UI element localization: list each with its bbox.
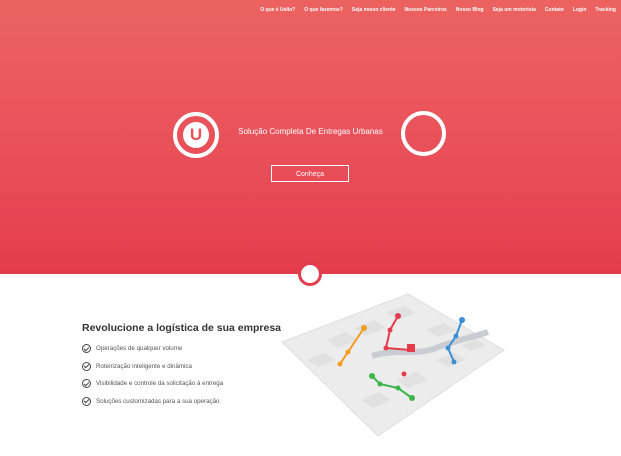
features-title: Revolucione a logística de sua empresa: [82, 322, 281, 334]
features-list: Operações de qualquer volume Roteirizaçã…: [82, 344, 223, 414]
route-stop: [337, 361, 343, 367]
check-circle-icon: [82, 396, 91, 406]
route-stop: [383, 345, 389, 351]
route-stop: [451, 359, 457, 365]
nav-item-o-que-fazemos[interactable]: O que fazemos?: [304, 7, 343, 13]
route-stop: [387, 327, 393, 333]
map-pin-icon: [459, 317, 465, 323]
top-navigation: O que é Uello? O que fazemos? Seja nosso…: [251, 7, 616, 13]
route-stop: [401, 371, 407, 377]
route-stop: [445, 345, 451, 351]
ring-decoration: [401, 111, 446, 156]
delivery-routes-map-illustration: [281, 293, 505, 437]
route-stop: [377, 381, 383, 387]
delivery-truck-icon: [407, 344, 415, 352]
list-item: Roteirização inteligente e dinâmica: [82, 361, 223, 371]
map-pin-icon: [369, 373, 375, 379]
nav-item-seja-um-motorista[interactable]: Seja um motorista: [493, 7, 536, 13]
nav-item-o-que-e-uello[interactable]: O que é Uello?: [260, 7, 295, 13]
scroll-indicator[interactable]: [298, 262, 322, 286]
map-pin-icon: [409, 395, 415, 401]
nav-item-login[interactable]: Login: [573, 7, 587, 13]
route-stop: [453, 333, 459, 339]
route-stop: [345, 349, 351, 355]
conheca-button[interactable]: Conheça: [271, 165, 349, 182]
nav-item-tracking[interactable]: Tracking: [595, 7, 616, 13]
hero-tagline: Solução Completa De Entregas Urbanas: [238, 127, 383, 136]
check-circle-icon: [82, 344, 91, 353]
nav-item-nosso-blog[interactable]: Nosso Blog: [456, 7, 484, 13]
feature-text: Operações de qualquer volume: [96, 345, 183, 352]
feature-text: Roteirização inteligente e dinâmica: [96, 362, 192, 370]
route-stop: [361, 325, 367, 331]
uello-logo: U: [173, 112, 219, 158]
list-item: Operações de qualquer volume: [82, 344, 223, 353]
route-stop: [395, 385, 401, 391]
nav-item-contato[interactable]: Contato: [545, 7, 564, 13]
nav-item-nossos-parceiros[interactable]: Nossos Parceiros: [405, 7, 447, 13]
check-circle-icon: [82, 379, 91, 388]
hero-banner: O que é Uello? O que fazemos? Seja nosso…: [0, 0, 621, 274]
nav-item-seja-nosso-cliente[interactable]: Seja nosso cliente: [352, 7, 396, 13]
list-item: Soluções customizadas para a sua operaçã…: [82, 396, 223, 406]
map-pin-icon: [395, 313, 401, 319]
feature-text: Soluções customizadas para a sua operaçã…: [96, 397, 220, 405]
logo-letter: U: [183, 122, 209, 148]
check-circle-icon: [82, 361, 91, 371]
feature-text: Visibilidade e controle da solicitação à…: [96, 380, 224, 387]
list-item: Visibilidade e controle da solicitação à…: [82, 379, 223, 388]
